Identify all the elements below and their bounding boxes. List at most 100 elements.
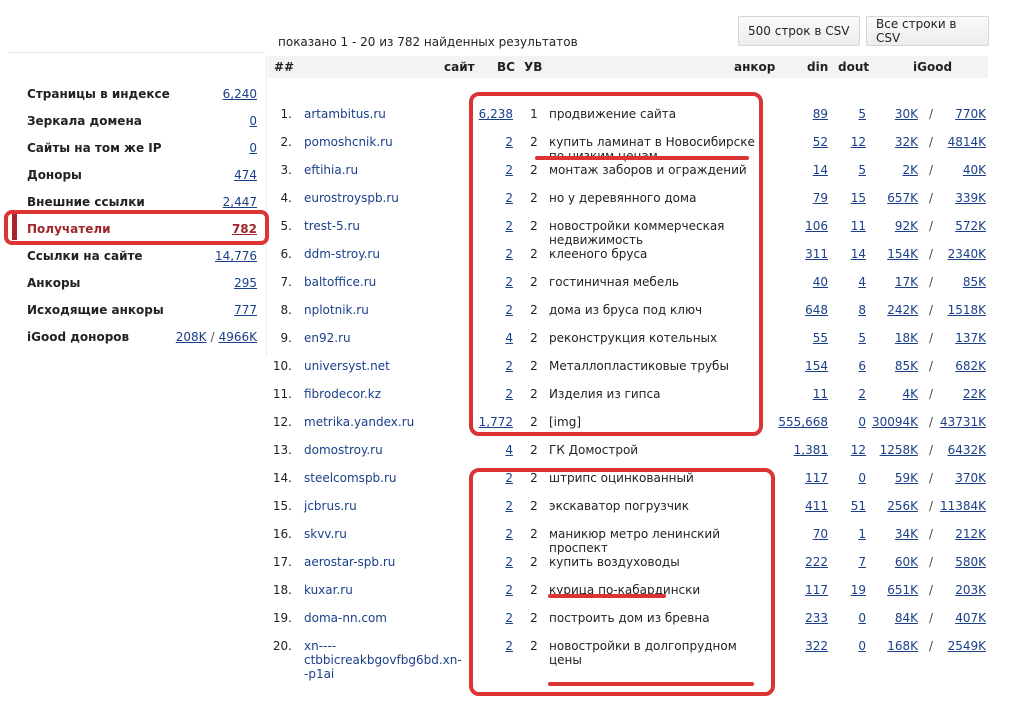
header-din[interactable]: din [807, 60, 828, 74]
dout-count[interactable]: 0 [833, 639, 866, 653]
igood-value-1[interactable]: 18K [868, 331, 918, 345]
igood-value-2[interactable]: 339K [938, 191, 986, 205]
site-link[interactable]: en92.ru [304, 331, 464, 345]
dout-count[interactable]: 5 [833, 163, 866, 177]
igood-value-1[interactable]: 2K [868, 163, 918, 177]
site-link[interactable]: kuxar.ru [304, 583, 464, 597]
dout-count[interactable]: 19 [833, 583, 866, 597]
sidebar-item-count[interactable]: 6,240 [223, 87, 257, 101]
header-anchor[interactable]: анкор [734, 60, 775, 74]
sidebar-item[interactable]: Внешние ссылки 2,447 [27, 192, 257, 212]
sidebar-item[interactable]: Страницы в индексе 6,240 [27, 84, 257, 104]
dout-count[interactable]: 8 [833, 303, 866, 317]
dout-count[interactable]: 11 [833, 219, 866, 233]
dout-count[interactable]: 1 [833, 527, 866, 541]
igood-value-1[interactable]: 4K [868, 387, 918, 401]
site-link[interactable]: eurostroyspb.ru [304, 191, 464, 205]
site-link[interactable]: fibrodecor.kz [304, 387, 464, 401]
sidebar-item[interactable]: Анкоры 295 [27, 273, 257, 293]
export-500-csv-button[interactable]: 500 строк в CSV [738, 16, 860, 46]
igood-value-1[interactable]: 30K [868, 107, 918, 121]
dout-count[interactable]: 2 [833, 387, 866, 401]
igood-value-1[interactable]: 60K [868, 555, 918, 569]
site-link[interactable]: ddm-stroy.ru [304, 247, 464, 261]
site-link[interactable]: doma-nn.com [304, 611, 464, 625]
export-all-csv-button[interactable]: Все строки в CSV [866, 16, 989, 46]
sidebar-item-count[interactable]: 14,776 [215, 249, 257, 263]
igood-value-1[interactable]: 256K [868, 499, 918, 513]
igood-value-1[interactable]: 34K [868, 527, 918, 541]
igood-donors-value-1[interactable]: 208K [176, 330, 207, 344]
site-link[interactable]: nplotnik.ru [304, 303, 464, 317]
sidebar-item-count[interactable]: 474 [234, 168, 257, 182]
igood-value-1[interactable]: 242K [868, 303, 918, 317]
sidebar-item-count[interactable]: 0 [249, 141, 257, 155]
dout-count[interactable]: 12 [833, 443, 866, 457]
igood-value-1[interactable]: 657K [868, 191, 918, 205]
igood-value-2[interactable]: 85K [938, 275, 986, 289]
igood-value-1[interactable]: 168K [868, 639, 918, 653]
site-link[interactable]: metrika.yandex.ru [304, 415, 464, 429]
header-dout[interactable]: dout [838, 60, 869, 74]
din-count[interactable]: 1,381 [738, 443, 828, 457]
igood-value-2[interactable]: 22K [938, 387, 986, 401]
igood-value-2[interactable]: 43731K [938, 415, 986, 429]
dout-count[interactable]: 6 [833, 359, 866, 373]
site-link[interactable]: pomoshcnik.ru [304, 135, 464, 149]
igood-value-2[interactable]: 137K [938, 331, 986, 345]
header-igood[interactable]: iGood [913, 60, 952, 74]
site-link[interactable]: trest-5.ru [304, 219, 464, 233]
sidebar-item-count[interactable]: 0 [249, 114, 257, 128]
igood-value-2[interactable]: 407K [938, 611, 986, 625]
dout-count[interactable]: 7 [833, 555, 866, 569]
igood-value-2[interactable]: 4814K [938, 135, 986, 149]
igood-value-1[interactable]: 30094K [868, 415, 918, 429]
igood-value-1[interactable]: 651K [868, 583, 918, 597]
dout-count[interactable]: 51 [833, 499, 866, 513]
igood-value-2[interactable]: 770K [938, 107, 986, 121]
sidebar-item[interactable]: Исходящие анкоры 777 [27, 300, 257, 320]
igood-donors-value-2[interactable]: 4966K [219, 330, 257, 344]
igood-value-1[interactable]: 1258K [868, 443, 918, 457]
igood-value-2[interactable]: 6432K [938, 443, 986, 457]
sidebar-item-count[interactable]: 295 [234, 276, 257, 290]
igood-value-2[interactable]: 682K [938, 359, 986, 373]
site-link[interactable]: skvv.ru [304, 527, 464, 541]
sidebar-item[interactable]: Ссылки на сайте 14,776 [27, 246, 257, 266]
dout-count[interactable]: 0 [833, 471, 866, 485]
igood-value-2[interactable]: 2549K [938, 639, 986, 653]
igood-value-2[interactable]: 11384K [938, 499, 986, 513]
igood-value-2[interactable]: 370K [938, 471, 986, 485]
sidebar-item[interactable]: Сайты на том же IP 0 [27, 138, 257, 158]
dout-count[interactable]: 0 [833, 611, 866, 625]
igood-value-2[interactable]: 2340K [938, 247, 986, 261]
dout-count[interactable]: 5 [833, 107, 866, 121]
bc-count[interactable]: 4 [468, 443, 513, 457]
sidebar-item-count[interactable]: 777 [234, 303, 257, 317]
igood-value-1[interactable]: 85K [868, 359, 918, 373]
igood-value-1[interactable]: 154K [868, 247, 918, 261]
site-link[interactable]: steelcomspb.ru [304, 471, 464, 485]
dout-count[interactable]: 0 [833, 415, 866, 429]
igood-value-2[interactable]: 203K [938, 583, 986, 597]
site-link[interactable]: eftihia.ru [304, 163, 464, 177]
header-uv[interactable]: УВ [524, 60, 542, 74]
site-link[interactable]: artambitus.ru [304, 107, 464, 121]
dout-count[interactable]: 12 [833, 135, 866, 149]
igood-value-2[interactable]: 580K [938, 555, 986, 569]
site-link[interactable]: aerostar-spb.ru [304, 555, 464, 569]
site-link[interactable]: domostroy.ru [304, 443, 464, 457]
sidebar-item-count[interactable]: 2,447 [223, 195, 257, 209]
igood-value-2[interactable]: 40K [938, 163, 986, 177]
igood-value-1[interactable]: 84K [868, 611, 918, 625]
site-link[interactable]: xn----ctbbicreakbgovfbg6bd.xn--p1ai [304, 639, 464, 681]
dout-count[interactable]: 4 [833, 275, 866, 289]
igood-value-2[interactable]: 1518K [938, 303, 986, 317]
site-link[interactable]: universyst.net [304, 359, 464, 373]
igood-value-1[interactable]: 92K [868, 219, 918, 233]
site-link[interactable]: jcbrus.ru [304, 499, 464, 513]
sidebar-item[interactable]: Зеркала домена 0 [27, 111, 257, 131]
dout-count[interactable]: 5 [833, 331, 866, 345]
igood-value-1[interactable]: 59K [868, 471, 918, 485]
site-link[interactable]: baltoffice.ru [304, 275, 464, 289]
